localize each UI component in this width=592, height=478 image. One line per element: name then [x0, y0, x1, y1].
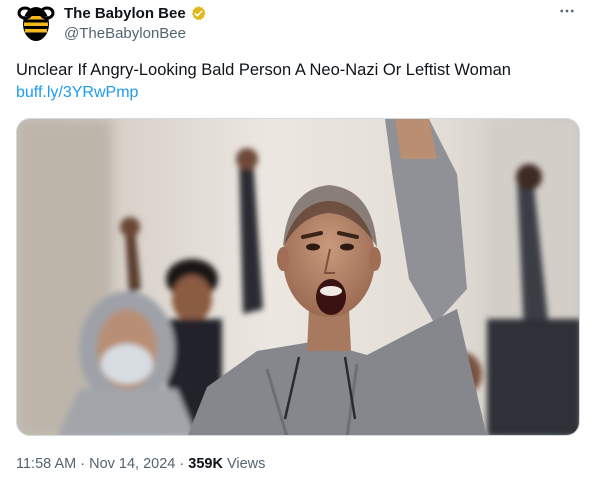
author-display-name[interactable]: The Babylon Bee [64, 5, 186, 22]
tweet-text: Unclear If Angry-Looking Bald Person A N… [16, 61, 511, 79]
verified-badge-icon[interactable] [190, 5, 207, 22]
tweet-link[interactable]: buff.ly/3YRwPmp [16, 84, 138, 102]
tweet-date[interactable]: Nov 14, 2024 [89, 456, 175, 472]
tweet-meta: 11:58 AM · Nov 14, 2024 · 359K Views [16, 456, 265, 472]
tweet-time[interactable]: 11:58 AM [16, 456, 76, 472]
views-count[interactable]: 359K [188, 456, 223, 472]
author-name-row: The Babylon Bee [64, 5, 207, 22]
meta-separator: · [179, 456, 185, 472]
avatar[interactable] [16, 4, 56, 44]
babylon-bee-logo-icon [17, 6, 55, 41]
author-handle[interactable]: @TheBabylonBee [64, 25, 186, 42]
tweet-media-photo[interactable] [16, 118, 580, 436]
more-horizontal-icon[interactable] [558, 2, 576, 25]
meta-separator: · [80, 456, 86, 472]
views-label: Views [226, 456, 266, 472]
